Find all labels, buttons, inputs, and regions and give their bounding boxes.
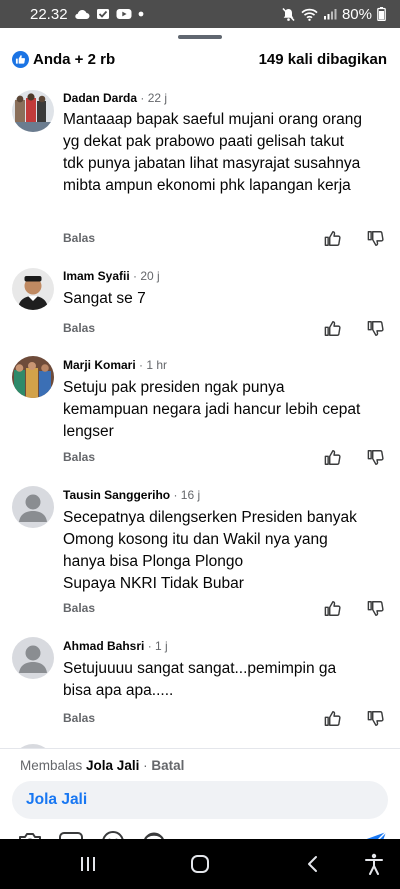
- thumbs-down-icon[interactable]: [366, 599, 385, 618]
- comment-line: Omong kosong itu dan Wakil nya yang: [63, 531, 328, 548]
- comment-meta: Marji Komari · 1 hr: [63, 358, 168, 372]
- thumbs-down-icon[interactable]: [366, 319, 385, 338]
- avatar[interactable]: [12, 268, 54, 310]
- comment-line: tdk punya jabatan lihat masyrajat susahn…: [63, 155, 361, 172]
- mute-icon: [281, 7, 296, 22]
- thumbs-up-icon[interactable]: [323, 448, 342, 467]
- comment-meta: Imam Syafii · 20 j: [63, 269, 160, 283]
- reply-button[interactable]: Balas: [63, 711, 95, 725]
- battery-icon: [377, 7, 386, 21]
- camera-icon[interactable]: [15, 827, 45, 839]
- thumbs-down-icon[interactable]: [366, 448, 385, 467]
- comment-meta: Dadan Darda · 22 j: [63, 91, 168, 105]
- signal-icon: [323, 8, 337, 20]
- reactions-row: Anda + 2 rb 149 kali dibagikan: [0, 46, 400, 72]
- youtube-icon: [116, 8, 132, 20]
- avatar[interactable]: [12, 356, 54, 398]
- thumbs-up-icon[interactable]: [323, 229, 342, 248]
- comment-line: kemampuan negara jadi hancur lebih cepat: [63, 401, 361, 418]
- comment-actions: Balas: [63, 227, 385, 249]
- comment-time: 22 j: [147, 91, 168, 105]
- comment-time: 1 hr: [146, 358, 168, 372]
- thumbs-down-icon[interactable]: [366, 709, 385, 728]
- emoji-icon[interactable]: [98, 827, 128, 839]
- comment-text: Sangat se 7: [63, 288, 385, 310]
- reply-button[interactable]: Balas: [63, 450, 95, 464]
- thumbs-up-icon[interactable]: [323, 319, 342, 338]
- send-icon[interactable]: [360, 827, 390, 839]
- comment-actions: Balas: [63, 317, 385, 339]
- back-icon[interactable]: [299, 852, 325, 876]
- comment-author[interactable]: Marji Komari: [63, 358, 136, 372]
- status-bar: 22.32 80%: [0, 0, 400, 28]
- mention-tag: Jola Jali: [26, 791, 88, 808]
- comment-actions: Balas: [63, 707, 385, 729]
- comment-line: Setujuuuu sangat sangat...pemimpin ga: [63, 660, 337, 677]
- comment-text: Setuju pak presiden ngak punya kemampuan…: [63, 377, 385, 443]
- thumbs-down-icon[interactable]: [366, 229, 385, 248]
- composer-toolbar: GIF: [0, 827, 400, 839]
- comment-input[interactable]: Jola Jali: [12, 781, 388, 819]
- comment-time: 1 j: [155, 639, 168, 653]
- avatar[interactable]: [12, 486, 54, 528]
- comment-line: bisa apa apa.....: [63, 682, 174, 699]
- thumbs-up-icon[interactable]: [323, 709, 342, 728]
- mail-icon: [96, 8, 110, 20]
- comment-line: yg dekat pak prabowo paati gelisah takut: [63, 133, 344, 150]
- comment-author[interactable]: Tausin Sanggeriho: [63, 488, 170, 502]
- cancel-reply-button[interactable]: Batal: [151, 758, 184, 773]
- comment-line: Setuju pak presiden ngak punya: [63, 379, 285, 396]
- comment-line: Supaya NKRI Tidak Bubar: [63, 575, 244, 592]
- comment-line: Mantaaap bapak saeful mujani orang orang: [63, 111, 363, 128]
- wifi-icon: [301, 8, 318, 21]
- cloud-icon: [74, 9, 90, 20]
- home-icon[interactable]: [187, 852, 213, 876]
- avatar-sticker-icon[interactable]: [139, 827, 169, 839]
- comment-text: Mantaaap bapak saeful mujani orang orang…: [63, 109, 385, 197]
- battery-level: 80%: [341, 5, 372, 23]
- dot-icon: [138, 11, 144, 17]
- drag-handle[interactable]: [178, 35, 222, 39]
- comment-line: Secepatnya dilengserken Presiden banyak: [63, 509, 357, 526]
- reply-button[interactable]: Balas: [63, 321, 95, 335]
- reactions-count[interactable]: Anda + 2 rb: [33, 51, 115, 68]
- comment-line: hanya bisa Plonga Plongo: [63, 553, 244, 570]
- recents-icon[interactable]: [75, 852, 101, 876]
- replying-prefix: Membalas: [20, 758, 83, 773]
- comment-line: mibta ampun ekonomi phk lapangan kerja: [63, 177, 351, 194]
- clock: 22.32: [30, 5, 68, 23]
- replying-to-name: Jola Jali: [86, 758, 140, 773]
- comment-text: Secepatnya dilengserken Presiden banyak …: [63, 507, 385, 595]
- replying-to-line: Membalas Jola Jali · Batal: [20, 758, 185, 773]
- comment-meta: Tausin Sanggeriho · 16 j: [63, 488, 201, 502]
- thumbs-up-icon[interactable]: [323, 599, 342, 618]
- avatar[interactable]: [12, 90, 54, 132]
- reply-button[interactable]: Balas: [63, 601, 95, 615]
- comment-author[interactable]: Imam Syafii: [63, 269, 130, 283]
- avatar[interactable]: [12, 637, 54, 679]
- comment-actions: Balas: [63, 446, 385, 468]
- comment-author[interactable]: Ahmad Bahsri: [63, 639, 144, 653]
- accessibility-icon[interactable]: [361, 852, 387, 876]
- gif-icon[interactable]: GIF: [56, 827, 86, 839]
- comment-line: lengser: [63, 423, 114, 440]
- comments-sheet: Anda + 2 rb 149 kali dibagikan Dadan Dar…: [0, 28, 400, 839]
- like-reaction-icon[interactable]: [12, 50, 29, 68]
- reply-composer: Membalas Jola Jali · Batal Jola Jali GIF: [0, 748, 400, 839]
- comment-actions: Balas: [63, 597, 385, 619]
- comment-author[interactable]: Dadan Darda: [63, 91, 137, 105]
- reply-button[interactable]: Balas: [63, 231, 95, 245]
- comment-time: 16 j: [180, 488, 201, 502]
- system-nav-bar: [0, 839, 400, 889]
- comment-line: Sangat se 7: [63, 290, 146, 307]
- comment-time: 20 j: [140, 269, 160, 283]
- comment-meta: Ahmad Bahsri · 1 j: [63, 639, 168, 653]
- comment-text: Setujuuuu sangat sangat...pemimpin ga bi…: [63, 658, 385, 702]
- shares-count[interactable]: 149 kali dibagikan: [259, 51, 387, 68]
